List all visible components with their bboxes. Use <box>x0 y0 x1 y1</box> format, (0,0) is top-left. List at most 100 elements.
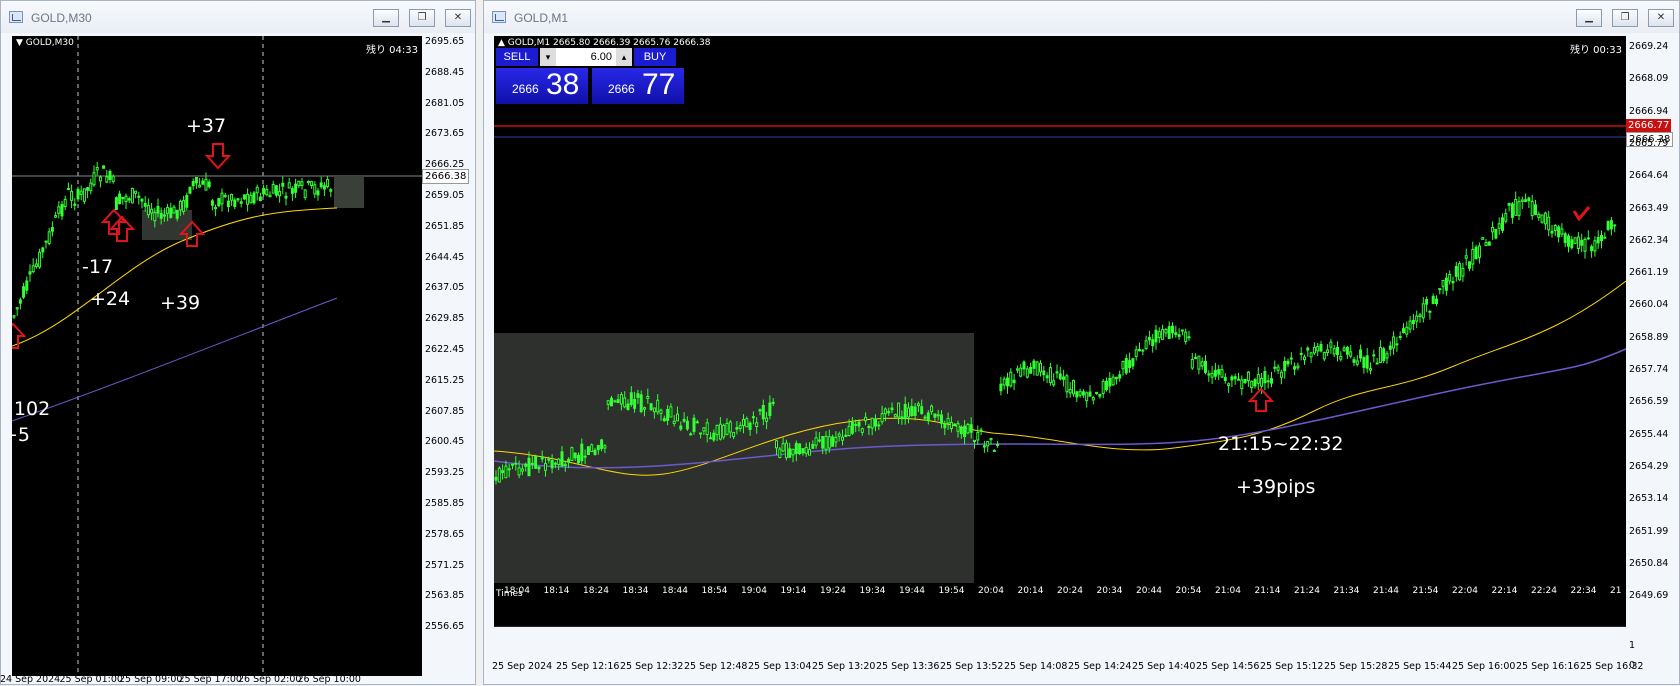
subwindow-label: Times <box>496 589 523 599</box>
arrow-up-icon <box>100 208 128 235</box>
maximize-button[interactable]: ❐ <box>1612 9 1638 27</box>
time-tick-label: 24 Sep 2024 <box>0 674 61 685</box>
candle-body <box>198 184 202 188</box>
candle-body <box>1553 224 1557 231</box>
candle-body <box>1586 237 1590 240</box>
volume-stepper-down[interactable]: ▾ <box>540 48 556 66</box>
candle-body <box>1289 357 1293 360</box>
inner-time-label: 21:24 <box>1294 586 1320 596</box>
candle-body <box>246 193 250 205</box>
maximize-button[interactable]: ❐ <box>409 9 435 27</box>
price-tick-label: 2644.45 <box>425 251 465 263</box>
candle-body <box>1382 348 1386 362</box>
candle-body <box>1223 377 1227 381</box>
candle-body <box>284 195 288 199</box>
candle-body <box>1098 393 1102 397</box>
volume-input[interactable]: 6.00 <box>556 48 616 66</box>
candle-body <box>1174 332 1178 335</box>
left-chart-window[interactable]: GOLD,M30 ▁ ❐ ✕ ▼ GOLD,M30 残り 04:33 +37 -… <box>0 0 476 685</box>
candle-body <box>278 190 282 197</box>
right-time-axis[interactable]: 25 Sep 2024 25 Sep 12:16 25 Sep 12:32 25 Se… <box>492 661 1643 685</box>
minimize-button[interactable]: ▁ <box>373 9 399 27</box>
candle-body <box>1435 298 1438 305</box>
sell-price-box[interactable]: 2666 38 <box>496 68 588 104</box>
right-window-titlebar[interactable]: GOLD,M1 ▁ ❐ ✕ <box>484 1 1679 33</box>
minimize-button[interactable]: ▁ <box>1576 9 1602 27</box>
candle-body <box>689 433 693 436</box>
right-price-axis[interactable]: 2666.77 2666.38 1 0 2669.24 2668.09 2666.9… <box>1626 36 1680 671</box>
candle-body <box>1385 353 1389 359</box>
candle-body <box>831 436 835 447</box>
candle-body <box>258 196 262 202</box>
candle-body <box>316 190 320 196</box>
left-price-axis[interactable]: 2666.38 2695.65 2688.45 2681.05 2673.65 2666… <box>422 36 476 676</box>
candle-body <box>1507 202 1511 206</box>
candle-body <box>118 193 122 205</box>
candle-body <box>560 451 564 467</box>
inner-time-label: 19:44 <box>899 586 925 596</box>
candle-body <box>1319 343 1323 352</box>
candle-body <box>573 452 577 459</box>
time-tick-label: 25 Sep 09:00 <box>119 674 183 685</box>
candle-body <box>92 172 96 186</box>
candle-body <box>765 417 769 422</box>
candle-body <box>1101 380 1105 394</box>
candle-body <box>1583 238 1587 252</box>
inner-time-label: 20:44 <box>1136 586 1162 596</box>
price-tick-label: 2656.59 <box>1629 396 1669 408</box>
candle-body <box>880 413 884 423</box>
candle-body <box>758 409 762 412</box>
candle-body <box>1355 360 1359 365</box>
candle-body <box>959 427 963 435</box>
candle-body <box>646 395 650 399</box>
candle-body <box>913 406 917 417</box>
time-tick-label: 25 Sep 15:44 <box>1388 661 1452 672</box>
inner-time-label: 19:14 <box>780 586 807 596</box>
right-chart-area[interactable]: ▲ GOLD,M1 2665.80 2666.39 2665.76 2666.3… <box>494 36 1626 627</box>
price-tick-label: 2650.84 <box>1629 557 1669 569</box>
candle-body <box>1326 349 1330 354</box>
candle-body <box>1091 396 1095 401</box>
candle-body <box>1398 335 1402 338</box>
candle-body <box>590 444 594 452</box>
left-chart-area[interactable]: ▼ GOLD,M30 残り 04:33 +37 -17 +24 +39 +102… <box>12 36 422 676</box>
candle-body <box>930 405 934 413</box>
candle-body <box>1421 303 1425 319</box>
candle-body <box>1576 236 1580 249</box>
candle-body <box>1025 368 1029 378</box>
close-button[interactable]: ✕ <box>445 9 471 27</box>
candle-body <box>633 398 637 409</box>
candle-body <box>38 251 42 268</box>
candle-body <box>1441 279 1445 287</box>
buy-price-box[interactable]: 2666 77 <box>592 68 684 104</box>
candle-body <box>102 165 106 169</box>
candle-body <box>1392 336 1396 349</box>
candle-body <box>837 433 841 437</box>
buy-button[interactable]: BUY <box>634 48 676 66</box>
candle-body <box>127 198 131 201</box>
candle-body <box>738 425 742 429</box>
candle-body <box>1557 226 1561 238</box>
right-chart-window[interactable]: GOLD,M1 ▁ ❐ ✕ ▲ GOLD,M1 2665.80 2666.39 … <box>483 0 1680 685</box>
volume-stepper-up[interactable]: ▴ <box>616 48 632 66</box>
candle-body <box>610 397 613 407</box>
candle-body <box>1418 314 1422 317</box>
candle-body <box>1039 362 1042 373</box>
candle-body <box>47 231 51 244</box>
candle-body <box>34 263 38 267</box>
ask-price-tag: 2666.77 <box>1626 119 1672 132</box>
candle-body <box>494 476 498 481</box>
chevron-up-icon: ▴ <box>621 52 627 62</box>
current-price-tag: 2666.38 <box>422 169 470 184</box>
time-tick-label: 25 Sep 13:36 <box>876 661 940 672</box>
candle-body <box>1342 347 1346 351</box>
candle-body <box>547 458 551 461</box>
sell-button[interactable]: SELL <box>496 48 538 66</box>
left-window-titlebar[interactable]: GOLD,M30 ▁ ❐ ✕ <box>1 1 475 33</box>
candle-body <box>1309 352 1313 358</box>
time-tick-label: 25 Sep 13:20 <box>812 661 876 672</box>
close-button[interactable]: ✕ <box>1648 9 1674 27</box>
candle-body <box>847 425 851 437</box>
time-tick-label: 25 Sep 14:56 <box>1196 661 1260 672</box>
candle-body <box>705 422 709 435</box>
